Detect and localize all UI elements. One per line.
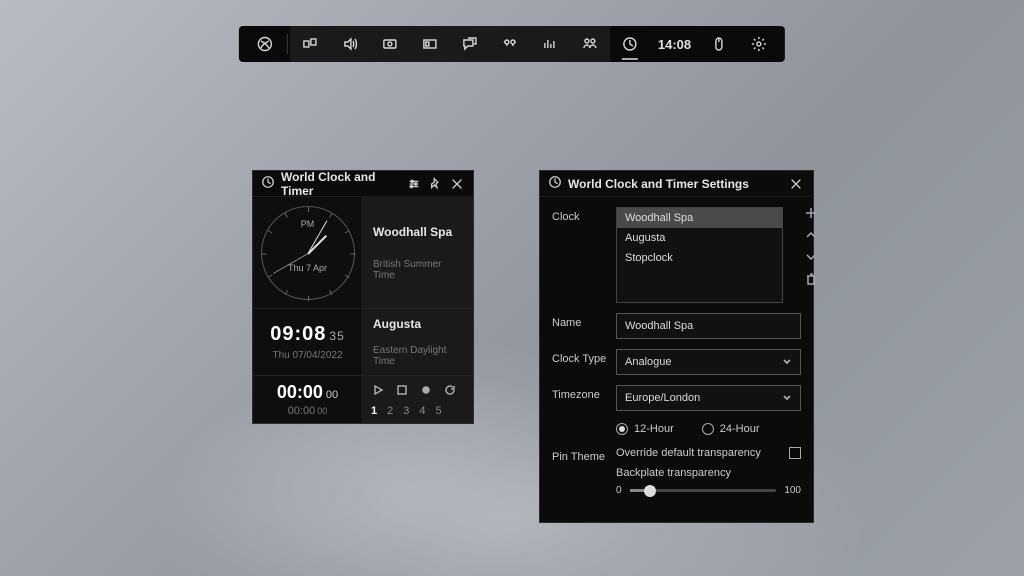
chat-icon[interactable] [450, 26, 490, 62]
performance-icon[interactable] [410, 26, 450, 62]
social-icon[interactable] [570, 26, 610, 62]
record-icon[interactable] [419, 383, 433, 397]
game-bar: 14:08 [239, 26, 785, 62]
location-timezone: Eastern Daylight Time [373, 345, 463, 367]
move-down-icon[interactable] [805, 251, 819, 265]
hour24-radio[interactable]: 24-Hour [702, 423, 760, 435]
close-icon[interactable] [787, 175, 805, 193]
timezone-value: Europe/London [625, 392, 700, 404]
timezone-select[interactable]: Europe/London [616, 385, 801, 411]
widgets-icon[interactable] [290, 26, 330, 62]
delete-icon[interactable] [805, 273, 819, 287]
name-label: Name [552, 313, 616, 329]
location-timezone: British Summer Time [373, 259, 463, 281]
timer-main: 00:00 [277, 382, 323, 402]
clocktype-value: Analogue [625, 356, 672, 368]
chevron-down-icon [782, 393, 792, 403]
lap-2[interactable]: 2 [387, 405, 393, 417]
pintheme-label: Pin Theme [552, 447, 616, 463]
slider-max: 100 [784, 485, 801, 496]
add-icon[interactable] [805, 207, 819, 221]
lap-5[interactable]: 5 [436, 405, 442, 417]
location-name: Woodhall Spa [373, 225, 463, 239]
settings-icon[interactable] [739, 26, 779, 62]
lap-4[interactable]: 4 [419, 405, 425, 417]
lap-3[interactable]: 3 [403, 405, 409, 417]
clocktype-select[interactable]: Analogue [616, 349, 801, 375]
widget-header[interactable]: World Clock and Timer [253, 171, 473, 197]
timezone-label: Timezone [552, 385, 616, 401]
timer-sub: 00:00 [288, 405, 316, 417]
override-checkbox[interactable] [789, 447, 801, 459]
digital-date: Thu 07/04/2022 [272, 350, 342, 361]
hour12-radio[interactable]: 12-Hour [616, 423, 674, 435]
move-up-icon[interactable] [805, 229, 819, 243]
stop-icon[interactable] [395, 383, 409, 397]
close-icon[interactable] [449, 175, 465, 193]
settings-widget: World Clock and Timer Settings Clock Woo… [539, 170, 814, 523]
clock-icon [548, 175, 562, 192]
capture-icon[interactable] [370, 26, 410, 62]
chevron-down-icon [782, 357, 792, 367]
audio-icon[interactable] [330, 26, 370, 62]
location-2-info[interactable]: Augusta Eastern Daylight Time [363, 309, 473, 376]
reset-icon[interactable] [443, 383, 457, 397]
world-clock-widget: World Clock and Timer PM Thu 7 Apr [252, 170, 474, 424]
location-name: Augusta [373, 317, 463, 331]
analogue-clock: PM Thu 7 Apr [253, 197, 363, 309]
timer-main-cs: 00 [326, 389, 338, 401]
clocktype-label: Clock Type [552, 349, 616, 365]
settings-title: World Clock and Timer Settings [568, 177, 749, 191]
ampm-label: PM [301, 219, 315, 229]
clock-label: Clock [552, 207, 616, 223]
pin-icon[interactable] [428, 175, 444, 193]
widget-settings-icon[interactable] [406, 175, 422, 193]
timer-controls: 1 2 3 4 5 [363, 376, 473, 423]
location-1-info[interactable]: Woodhall Spa British Summer Time [363, 197, 473, 309]
transparency-slider[interactable]: 0 100 [616, 485, 801, 496]
backplate-label: Backplate transparency [616, 467, 801, 479]
lap-1[interactable]: 1 [371, 405, 377, 417]
digital-seconds: 35 [329, 329, 344, 343]
override-label: Override default transparency [616, 447, 761, 459]
play-icon[interactable] [371, 383, 385, 397]
clock-listbox[interactable]: Woodhall Spa Augusta Stopclock [616, 207, 783, 303]
slider-thumb[interactable] [644, 485, 656, 497]
list-item[interactable]: Stopclock [617, 248, 782, 268]
timer-sub-cs: 00 [317, 406, 327, 416]
digital-time: 09:08 [270, 323, 326, 345]
xbox-icon[interactable] [245, 26, 285, 62]
gamebar-time: 14:08 [650, 37, 699, 52]
name-input[interactable] [616, 313, 801, 339]
analogue-date: Thu 7 Apr [288, 263, 327, 273]
clock-tab-icon[interactable] [610, 26, 650, 62]
separator [287, 34, 288, 54]
digital-clock: 09:0835 Thu 07/04/2022 [253, 309, 363, 376]
mouse-icon[interactable] [699, 26, 739, 62]
list-item[interactable]: Augusta [617, 228, 782, 248]
widget-title: World Clock and Timer [281, 170, 394, 198]
resources-icon[interactable] [530, 26, 570, 62]
slider-min: 0 [616, 485, 622, 496]
list-item[interactable]: Woodhall Spa [617, 208, 782, 228]
lfg-icon[interactable] [490, 26, 530, 62]
clock-icon [261, 175, 275, 192]
stopwatch-cell: 00:0000 00:0000 [253, 376, 363, 423]
widget-header[interactable]: World Clock and Timer Settings [540, 171, 813, 197]
